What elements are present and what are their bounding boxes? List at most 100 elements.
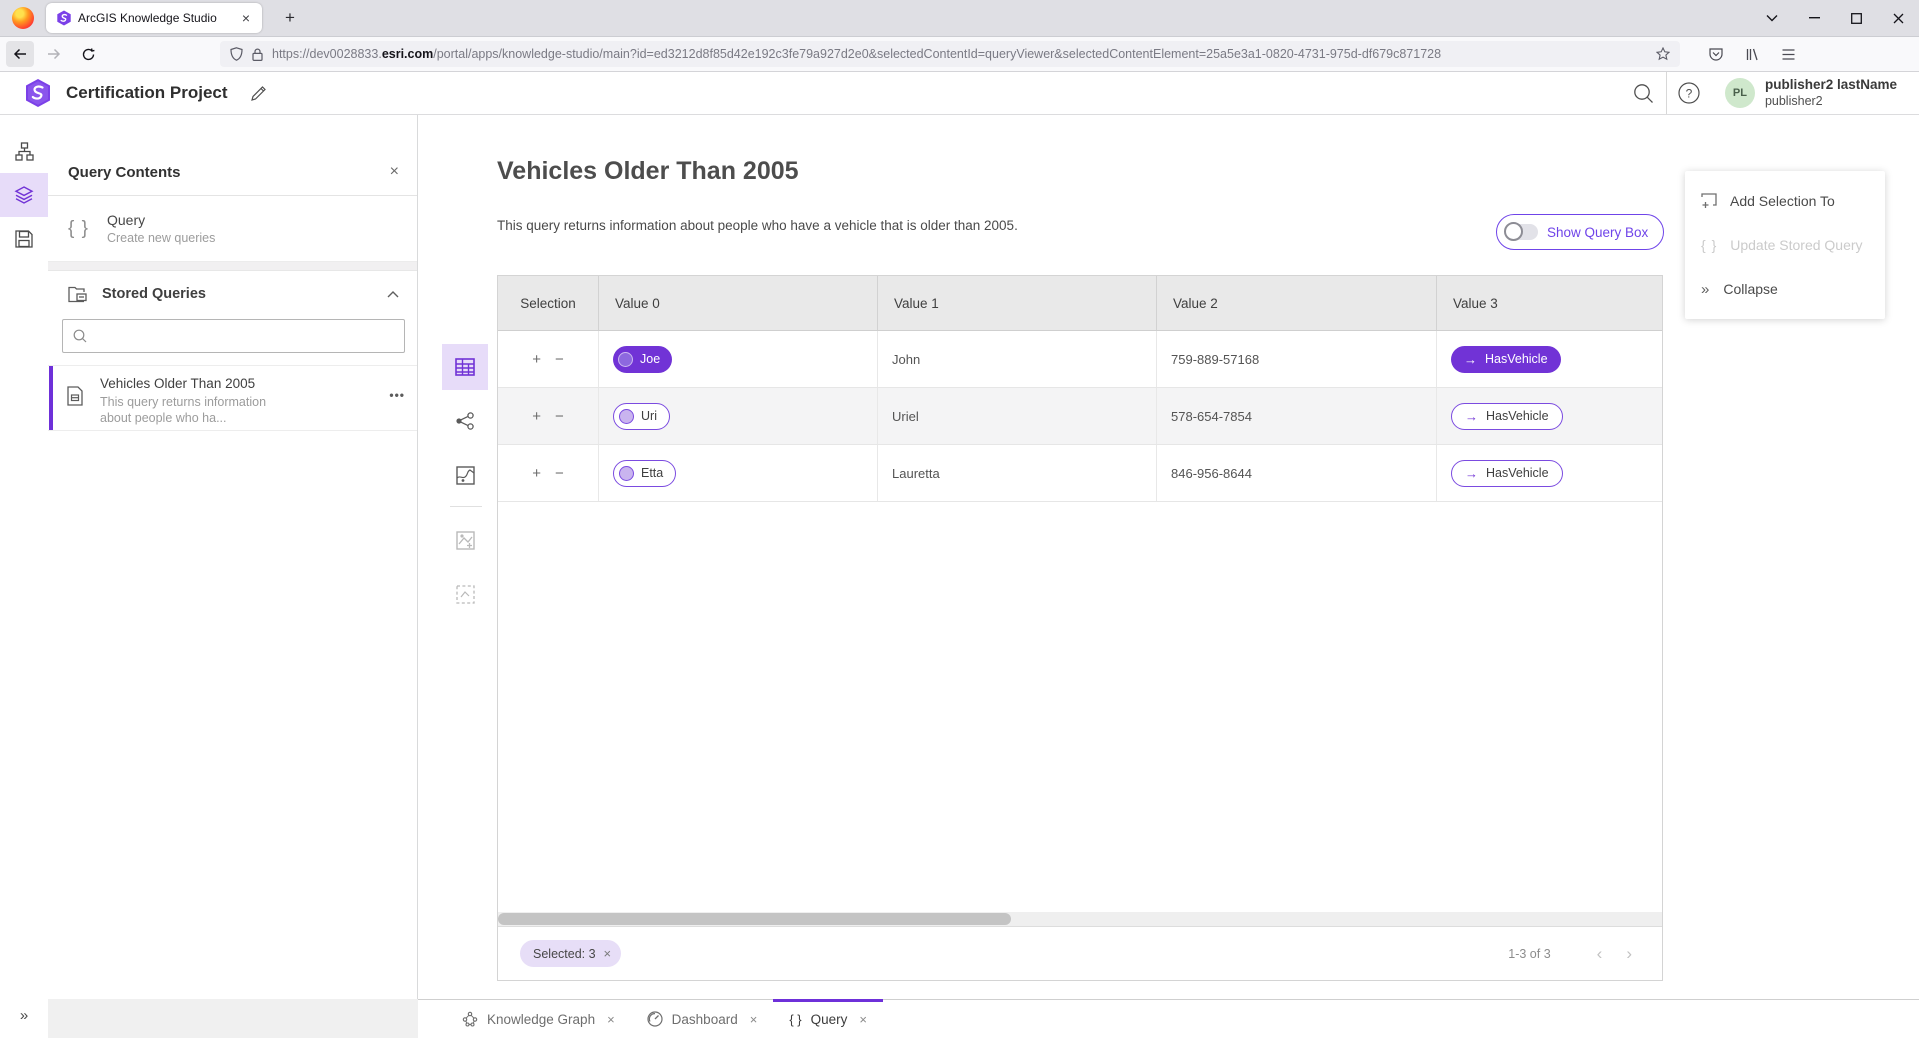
back-button[interactable] [6, 41, 34, 67]
search-icon[interactable] [1622, 72, 1666, 114]
entity-label: Uri [641, 409, 657, 423]
add-to-selection-button[interactable]: + [532, 352, 541, 367]
table-view-icon[interactable] [442, 344, 488, 390]
menu-item-collapse[interactable]: » Collapse [1685, 267, 1885, 311]
toggle-switch[interactable] [1506, 224, 1538, 240]
menu-item-update-stored-query[interactable]: { } Update Stored Query [1685, 223, 1885, 267]
search-input[interactable] [95, 329, 394, 344]
user-account: publisher2 [1765, 94, 1897, 110]
url-text[interactable]: https://dev0028833.esri.com/portal/apps/… [272, 47, 1656, 61]
tab-dashboard[interactable]: Dashboard × [631, 1000, 774, 1038]
relationship-label: HasVehicle [1486, 409, 1549, 423]
value2-cell: 759-889-57168 [1157, 331, 1437, 387]
map-view-icon[interactable] [442, 452, 488, 498]
browser-tab[interactable]: ArcGIS Knowledge Studio × [46, 3, 262, 33]
relationship-pill[interactable]: →HasVehicle [1451, 403, 1563, 430]
url-bar[interactable]: https://dev0028833.esri.com/portal/apps/… [220, 41, 1680, 67]
query-item[interactable]: { } Query Create new queries [48, 196, 417, 262]
column-header[interactable]: Value 3 [1437, 276, 1663, 330]
relationship-pill[interactable]: →HasVehicle [1451, 460, 1563, 487]
view-tab-bar: Knowledge Graph × Dashboard × { } Query … [418, 999, 1919, 1038]
shield-icon[interactable] [230, 47, 243, 61]
stored-queries-search[interactable] [62, 319, 405, 353]
relationship-cell: →HasVehicle [1437, 445, 1663, 501]
add-to-selection-button[interactable]: + [532, 409, 541, 424]
entity-cell: Joe [599, 331, 878, 387]
tab-label: Dashboard [672, 1012, 738, 1027]
list-tabs-icon[interactable] [1751, 0, 1793, 36]
query-description: This query returns information about peo… [497, 218, 1018, 233]
forward-button[interactable] [40, 41, 68, 67]
window-minimize-button[interactable] [1793, 0, 1835, 36]
selected-chip[interactable]: Selected: 3 × [520, 940, 621, 967]
remove-from-selection-button[interactable]: − [555, 466, 564, 481]
bookmark-star-icon[interactable] [1656, 47, 1670, 61]
relationship-pill[interactable]: →HasVehicle [1451, 346, 1561, 373]
tab-close-icon[interactable]: × [607, 1012, 615, 1027]
user-block[interactable]: publisher2 lastName publisher2 [1765, 77, 1897, 110]
column-header[interactable]: Value 0 [599, 276, 878, 330]
tab-label: Knowledge Graph [487, 1012, 595, 1027]
toolstrip-divider [450, 506, 482, 507]
new-tab-button[interactable]: + [276, 4, 304, 32]
entity-pill[interactable]: Uri [613, 403, 670, 430]
selection-cell: +− [498, 331, 599, 387]
menu-item-add-selection-to[interactable]: Add Selection To [1685, 179, 1885, 223]
tab-close-icon[interactable]: × [238, 10, 254, 26]
stored-query-item[interactable]: Vehicles Older Than 2005 This query retu… [48, 365, 417, 431]
show-query-box-toggle[interactable]: Show Query Box [1496, 214, 1664, 250]
browser-tab-title: ArcGIS Knowledge Studio [78, 11, 238, 25]
remove-from-selection-button[interactable]: − [555, 409, 564, 424]
relationship-cell: →HasVehicle [1437, 331, 1663, 387]
column-header[interactable]: Value 1 [878, 276, 1157, 330]
lock-icon[interactable] [252, 48, 263, 61]
folder-icon [68, 286, 88, 303]
more-options-icon[interactable]: ••• [389, 388, 405, 430]
browser-tab-strip: ArcGIS Knowledge Studio × + [0, 0, 1919, 37]
link-chart-icon[interactable] [442, 398, 488, 444]
data-model-icon[interactable] [0, 129, 48, 173]
column-header[interactable]: Value 2 [1157, 276, 1437, 330]
browser-navbar: https://dev0028833.esri.com/portal/apps/… [0, 37, 1919, 72]
new-map-icon[interactable] [442, 517, 488, 563]
tab-query[interactable]: { } Query × [773, 1000, 883, 1038]
library-icon[interactable] [1738, 41, 1766, 67]
table-row: +−EttaLauretta846-956-8644→HasVehicle [498, 445, 1662, 502]
selected-indicator [49, 366, 53, 430]
tab-close-icon[interactable]: × [859, 1012, 867, 1027]
entity-pill[interactable]: Etta [613, 460, 676, 487]
clear-selection-icon[interactable]: × [604, 946, 612, 961]
chevron-up-icon[interactable] [387, 291, 399, 298]
help-icon[interactable]: ? [1667, 72, 1711, 114]
scrollbar-thumb[interactable] [498, 913, 1011, 925]
show-query-box-label: Show Query Box [1547, 225, 1648, 240]
stored-queries-header[interactable]: Stored Queries [48, 271, 417, 317]
stored-query-icon [66, 386, 84, 406]
next-page-icon[interactable]: › [1614, 944, 1644, 964]
selected-chip-label: Selected: 3 [533, 947, 596, 961]
column-header[interactable]: Selection [498, 276, 599, 330]
dashboard-icon [647, 1011, 663, 1027]
selection-view-icon[interactable] [442, 571, 488, 617]
entity-pill[interactable]: Joe [613, 346, 672, 373]
previous-page-icon[interactable]: ‹ [1585, 944, 1615, 964]
expand-rail-icon[interactable]: » [0, 1000, 48, 1030]
reload-button[interactable] [74, 41, 102, 67]
panel-close-icon[interactable]: × [390, 163, 399, 181]
firefox-icon[interactable] [12, 7, 34, 29]
window-maximize-button[interactable] [1835, 0, 1877, 36]
contents-layers-icon[interactable] [0, 173, 48, 217]
menu-icon[interactable] [1774, 41, 1802, 67]
tab-knowledge-graph[interactable]: Knowledge Graph × [446, 1000, 631, 1038]
tab-close-icon[interactable]: × [750, 1012, 758, 1027]
window-close-button[interactable] [1877, 0, 1919, 36]
save-icon[interactable] [0, 217, 48, 261]
add-to-selection-button[interactable]: + [532, 466, 541, 481]
braces-icon: { } [68, 218, 89, 240]
query-contents-panel: Query Contents × { } Query Create new qu… [48, 115, 418, 1038]
remove-from-selection-button[interactable]: − [555, 352, 564, 367]
pocket-icon[interactable] [1702, 41, 1730, 67]
edit-project-title-icon[interactable] [250, 85, 267, 102]
horizontal-scrollbar[interactable] [498, 912, 1662, 926]
avatar[interactable]: PL [1725, 78, 1755, 108]
